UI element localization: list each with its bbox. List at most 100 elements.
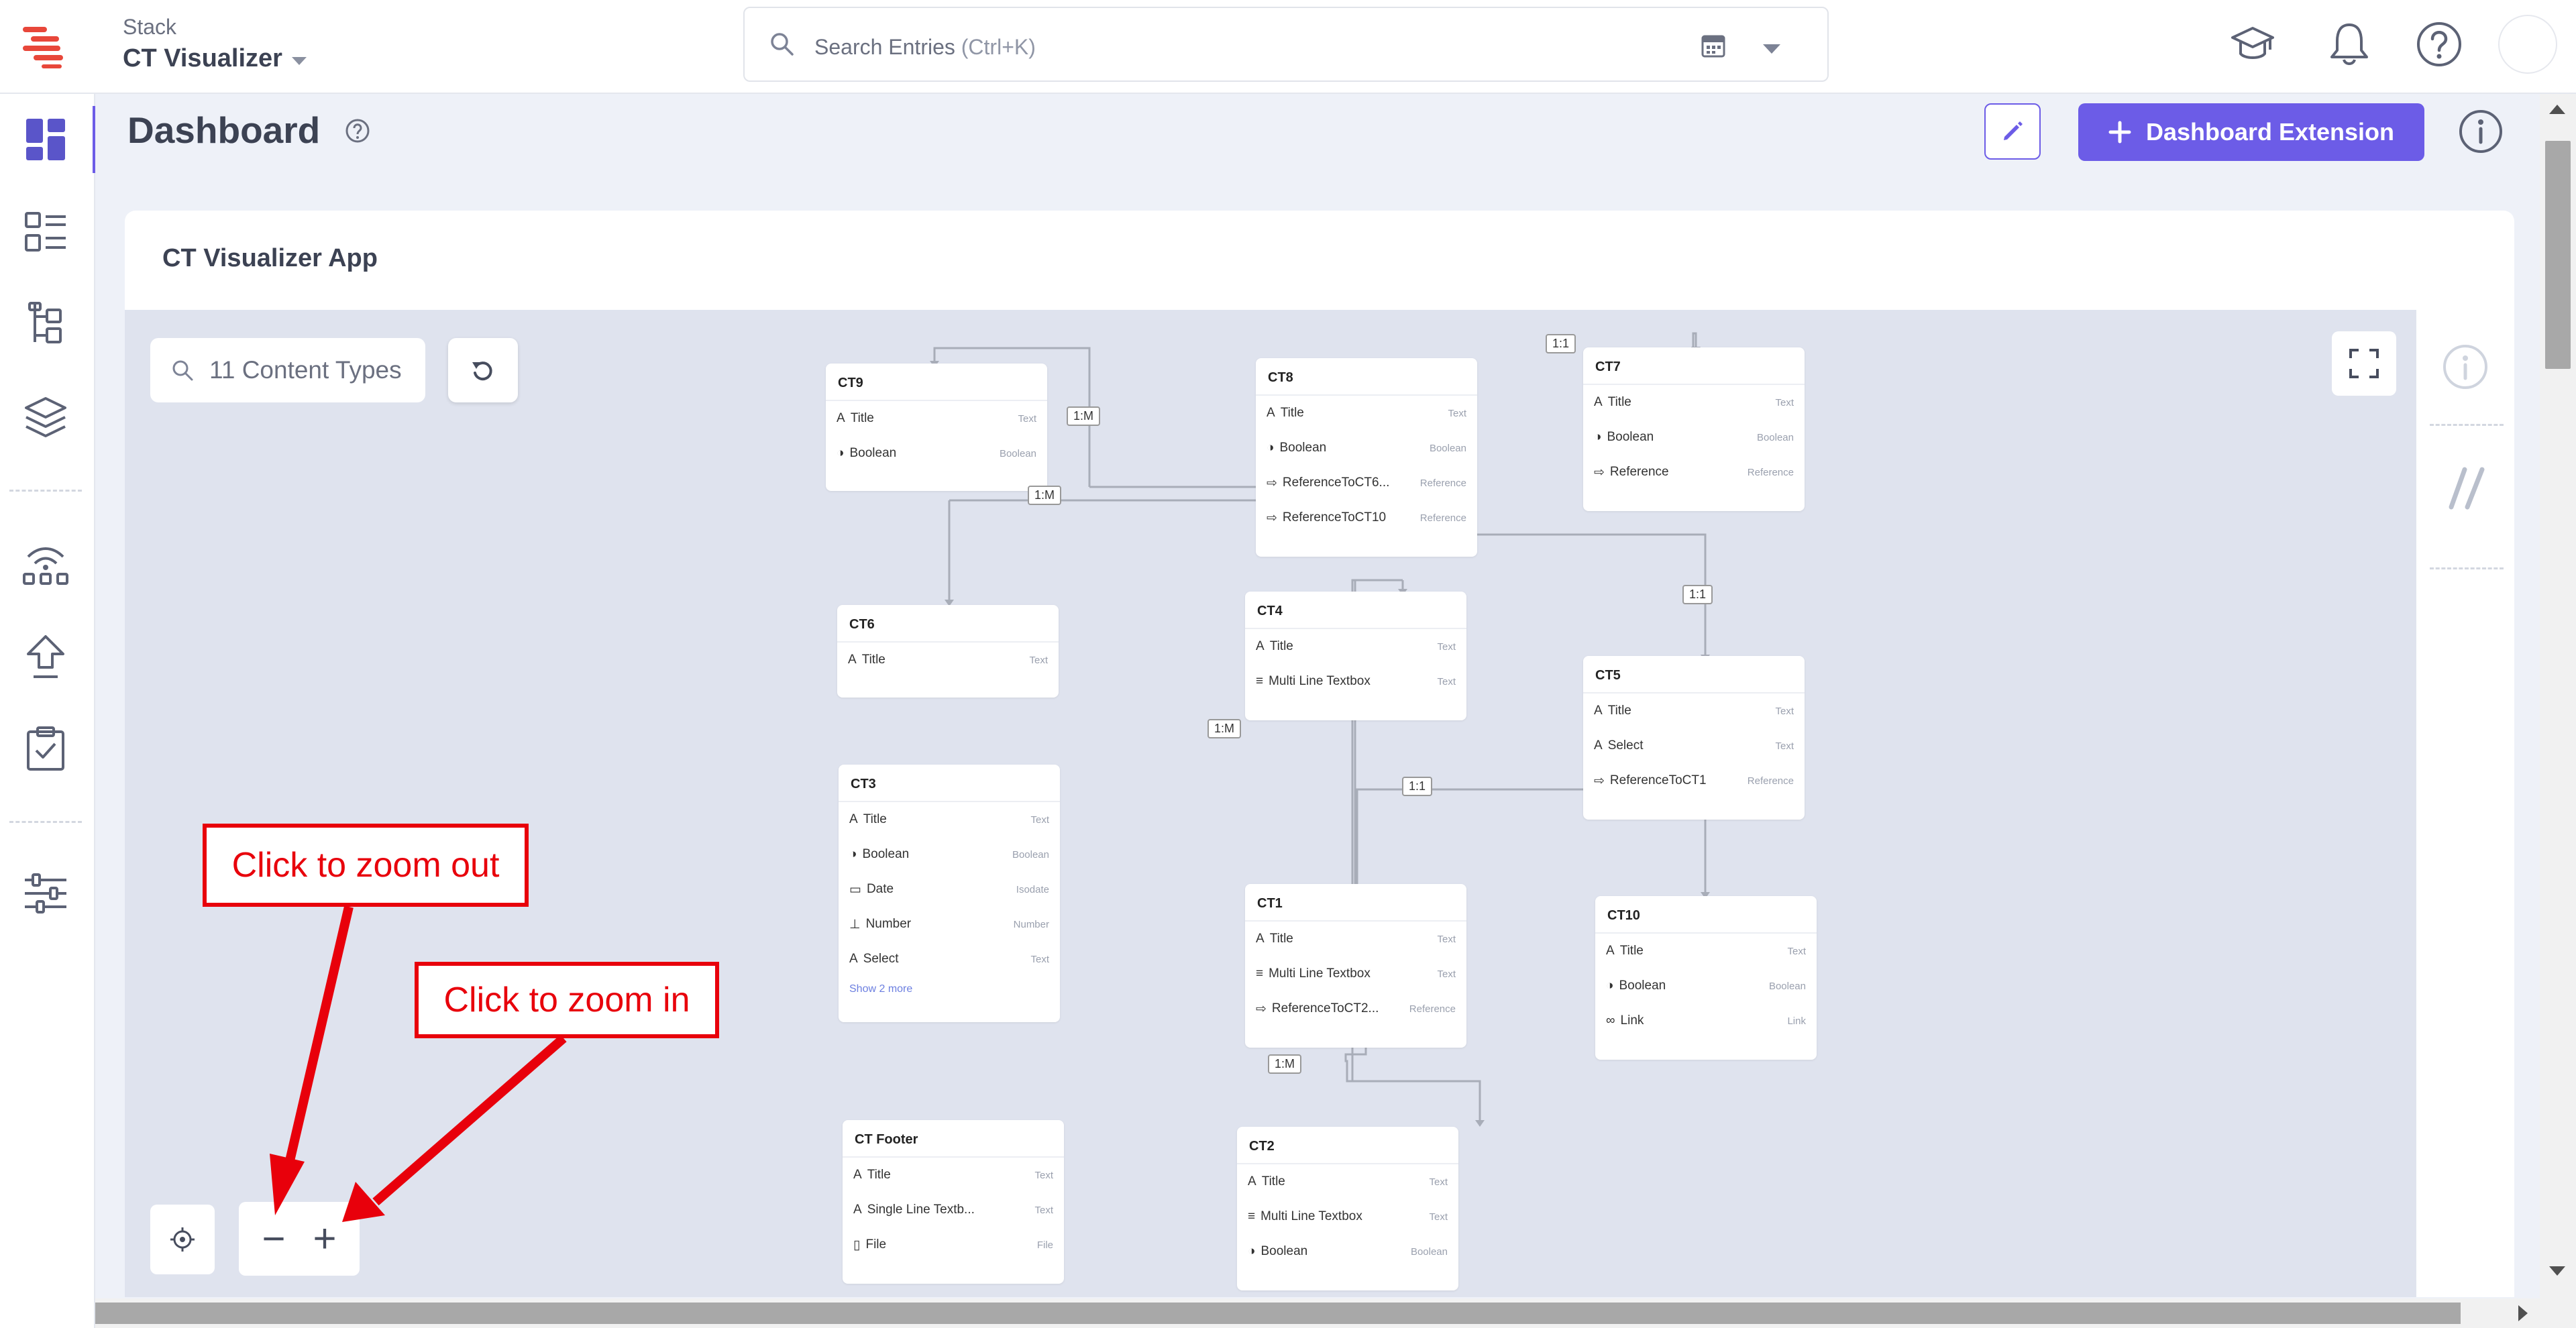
ct-node-ct9[interactable]: CT9 A Title Text ◑ Boolean Boolean (826, 364, 1047, 491)
field-type-icon: ◑ (1594, 430, 1602, 444)
bell-icon[interactable] (2322, 17, 2376, 71)
field-type: Text (1030, 814, 1049, 826)
zoom-controls: − + (239, 1202, 360, 1276)
ct-node-ct-footer[interactable]: CT Footer A Title Text A Single Line Textb.… (843, 1120, 1064, 1284)
field-type-icon: A (837, 411, 845, 425)
ct-node-ct4[interactable]: CT4 A Title Text ≡ Multi Line Textbox Text (1245, 592, 1466, 720)
plus-icon (2108, 121, 2131, 144)
field-type: Text (1787, 945, 1806, 957)
content-type-search[interactable]: 11 Content Types (150, 338, 425, 402)
scroll-thumb[interactable] (95, 1303, 2461, 1324)
nav-deploy-icon[interactable] (19, 630, 72, 684)
node-title: CT8 (1256, 358, 1477, 396)
field-label: Title (1261, 1174, 1285, 1188)
global-search[interactable]: Search Entries (Ctrl+K) (743, 7, 1829, 82)
field-label: Number (865, 917, 912, 931)
field-label: Title (1269, 932, 1293, 946)
field-label: ReferenceToCT6... (1282, 476, 1390, 490)
scroll-down-icon[interactable] (2549, 1266, 2565, 1276)
field-type: File (1036, 1239, 1053, 1251)
field-label: Boolean (1607, 430, 1654, 444)
field-label: Title (1607, 395, 1631, 409)
field-row: ⇨ ReferenceToCT10 Reference (1256, 500, 1477, 535)
nav-settings-icon[interactable] (19, 867, 72, 920)
reset-view-button[interactable] (448, 338, 518, 402)
ct-node-ct8[interactable]: CT8 A Title Text ◑ Boolean Boolean ⇨ Referenc… (1256, 358, 1477, 557)
ct-node-ct5[interactable]: CT5 A Title Text A Select Text ⇨ ReferenceToC… (1583, 656, 1805, 820)
stack-switcher[interactable]: CT Visualizer (123, 44, 307, 73)
horizontal-scrollbar[interactable] (95, 1298, 2576, 1328)
zoom-out-button[interactable]: − (262, 1219, 285, 1259)
avatar[interactable] (2498, 15, 2557, 74)
ct-node-ct1[interactable]: CT1 A Title Text ≡ Multi Line Textbox Text ⇨… (1245, 884, 1466, 1048)
nav-content-models-icon[interactable] (19, 296, 72, 350)
field-type: Text (1775, 396, 1794, 408)
nav-releases-icon[interactable] (19, 539, 72, 593)
field-type-icon: ◑ (1267, 441, 1275, 455)
ct-node-ct6[interactable]: CT6 A Title Text (837, 605, 1059, 698)
vertical-scrollbar[interactable] (2540, 94, 2576, 1298)
calendar-icon[interactable] (1700, 32, 1727, 59)
nav-assets-icon[interactable] (19, 390, 72, 444)
field-type-icon: ◑ (1248, 1244, 1256, 1258)
left-nav (0, 94, 95, 1328)
node-title: CT7 (1583, 347, 1805, 385)
field-label: ReferenceToCT1 (1609, 773, 1707, 787)
scroll-thumb[interactable] (2545, 141, 2571, 369)
search-scope-dropdown-icon[interactable] (1763, 44, 1780, 54)
field-type: Text (1030, 953, 1049, 965)
help-icon[interactable] (345, 118, 370, 147)
field-row: ∞ Link Link (1595, 1003, 1817, 1038)
refresh-icon (472, 362, 492, 381)
field-row: ◑ Boolean Boolean (1256, 431, 1477, 465)
nav-divider (9, 490, 82, 492)
field-row: ▭ Date Isodate (839, 872, 1060, 907)
search-input[interactable]: Search Entries (Ctrl+K) (814, 35, 1036, 60)
collapse-panel-icon[interactable] (2445, 464, 2489, 514)
field-type-icon: ⇨ (1594, 773, 1605, 788)
edit-dashboard-button[interactable] (1984, 103, 2041, 160)
node-title: CT4 (1245, 592, 1466, 629)
info-icon[interactable] (2442, 343, 2489, 394)
relation-label: 1:1 (1402, 777, 1433, 796)
dashboard-extension-button[interactable]: Dashboard Extension (2078, 103, 2424, 161)
nav-entries-icon[interactable] (19, 205, 72, 259)
field-type: Reference (1419, 477, 1466, 489)
ct-node-ct3[interactable]: CT3 A Title Text ◑ Boolean Boolean ▭ Date Isod… (839, 765, 1060, 1022)
scroll-right-icon[interactable] (2518, 1305, 2528, 1321)
field-type: Text (1775, 740, 1794, 752)
academy-icon[interactable] (2226, 17, 2279, 71)
ct-node-ct2[interactable]: CT2 A Title Text ≡ Multi Line Textbox Text ◑… (1237, 1127, 1458, 1290)
dashboard-extension-label: Dashboard Extension (2145, 118, 2395, 146)
node-title: CT9 (826, 364, 1047, 401)
field-row: A Title Text (1583, 385, 1805, 420)
field-row: A Select Text (839, 942, 1060, 977)
field-row: A Single Line Textb... Text (843, 1193, 1064, 1227)
ct-visualizer-canvas[interactable]: 11 Content Types CT9 A Title Text ◑ Boolean… (125, 310, 2416, 1297)
ct-node-ct10[interactable]: CT10 A Title Text ◑ Boolean Boolean ∞ Link Lin… (1595, 896, 1817, 1060)
ct-node-ct7[interactable]: CT7 A Title Text ◑ Boolean Boolean ⇨ Referenc… (1583, 347, 1805, 511)
scroll-up-icon[interactable] (2549, 105, 2565, 114)
field-row: ≡ Multi Line Textbox Text (1245, 664, 1466, 699)
field-label: Boolean (1260, 1244, 1308, 1258)
field-label: Title (1607, 704, 1631, 718)
info-icon[interactable] (2457, 107, 2505, 156)
contentstack-logo-icon[interactable] (19, 19, 72, 72)
field-type-icon: ⊥ (849, 917, 861, 932)
show-more-link[interactable]: Show 2 more (839, 977, 1060, 1002)
field-label: Boolean (1279, 441, 1327, 455)
field-label: Boolean (1619, 979, 1666, 993)
field-type-icon: ◑ (849, 847, 857, 861)
nav-tasks-icon[interactable] (19, 722, 72, 775)
nav-dashboard-icon[interactable] (19, 106, 95, 173)
zoom-in-button[interactable]: + (313, 1219, 336, 1259)
field-label: Reference (1609, 465, 1669, 479)
stack-label: Stack (123, 15, 177, 39)
help-icon[interactable] (2412, 17, 2466, 71)
field-row: A Title Text (1245, 922, 1466, 956)
fullscreen-button[interactable] (2332, 331, 2396, 396)
field-row: ⇨ ReferenceToCT2... Reference (1245, 991, 1466, 1026)
recenter-button[interactable] (150, 1205, 215, 1274)
field-type: Text (1437, 675, 1456, 687)
relation-label: 1:M (1208, 719, 1242, 738)
